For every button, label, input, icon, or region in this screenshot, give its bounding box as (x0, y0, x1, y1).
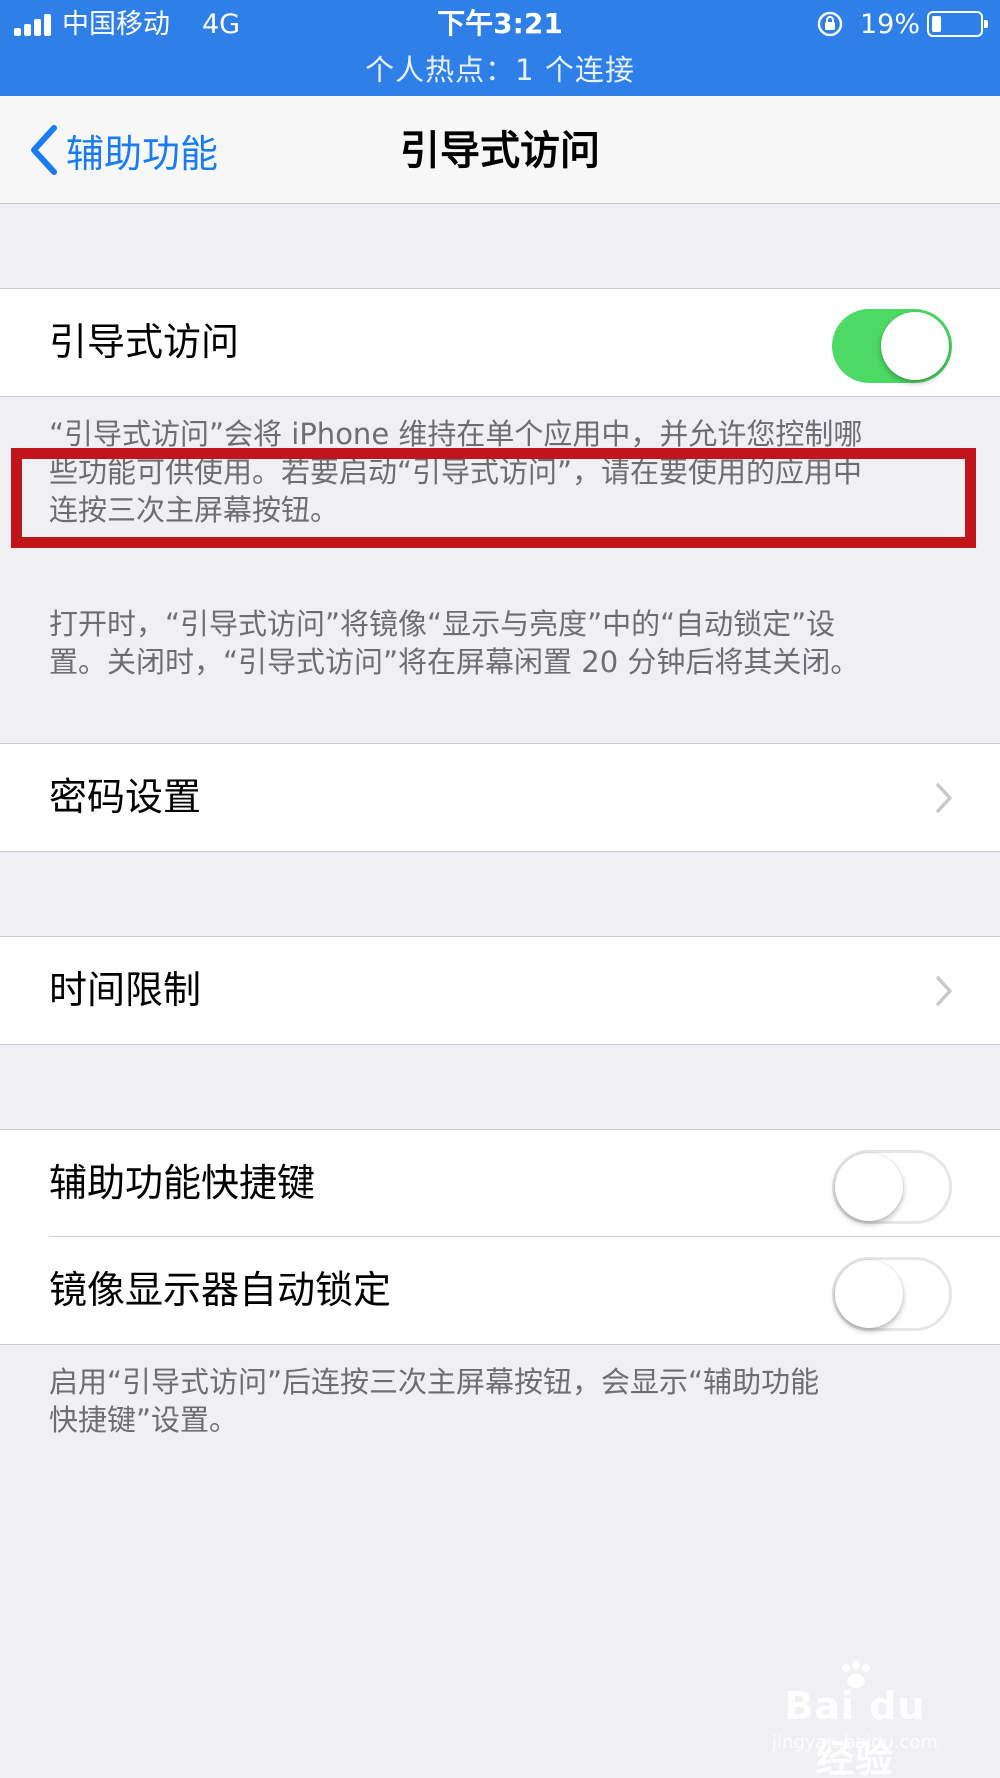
note-line: 打开时，“引导式访问”将镜像“显示与亮度”中的“自动锁定”设 (49, 607, 836, 641)
accessibility-shortcut-cell: 辅助功能快捷键 (0, 1130, 1000, 1237)
status-time: 下午3:21 (437, 7, 563, 40)
toggle-knob (835, 1153, 903, 1221)
hotspot-banner[interactable]: 个人热点：1 个连接 (0, 50, 1000, 90)
passcode-settings-label: 密码设置 (49, 775, 202, 819)
baidu-jingyan-watermark: Bai du 经验 jingyan.baidu.com (760, 1660, 950, 1778)
chevron-right-icon (936, 976, 952, 1006)
page-title: 引导式访问 (400, 128, 600, 174)
passcode-settings-cell[interactable]: 密码设置 (0, 744, 1000, 851)
auto-lock-note: 打开时，“引导式访问”将镜像“显示与亮度”中的“自动锁定”设 置。关闭时，“引导… (49, 605, 949, 681)
time-limits-label: 时间限制 (49, 968, 202, 1012)
mirror-auto-lock-label: 镜像显示器自动锁定 (49, 1268, 392, 1312)
toggle-knob (881, 312, 949, 380)
chevron-right-icon (936, 783, 952, 813)
passcode-group: 密码设置 (0, 743, 1000, 852)
note-line: 置。关闭时，“引导式访问”将在屏幕闲置 20 分钟后将其关闭。 (49, 645, 860, 679)
accessibility-shortcut-label: 辅助功能快捷键 (49, 1161, 316, 1205)
toggle-knob (835, 1260, 903, 1328)
battery-percentage: 19% (860, 9, 921, 40)
mirror-auto-lock-toggle[interactable] (832, 1257, 952, 1331)
guided-access-cell: 引导式访问 (0, 289, 1000, 396)
status-area: 中国移动 4G 下午3:21 19% 个人热点：1 个连接 (0, 0, 1000, 96)
time-limits-group: 时间限制 (0, 936, 1000, 1045)
highlight-annotation-box (11, 448, 976, 548)
guided-access-group: 引导式访问 (0, 288, 1000, 397)
shortcut-group: 辅助功能快捷键 镜像显示器自动锁定 (0, 1129, 1000, 1345)
navigation-bar: 辅助功能 引导式访问 (0, 96, 1000, 204)
time-limits-cell[interactable]: 时间限制 (0, 937, 1000, 1044)
footer-line: 启用“引导式访问”后连按三次主屏幕按钮，会显示“辅助功能 (49, 1365, 820, 1399)
watermark-url: jingyan.baidu.com (771, 1732, 939, 1753)
shortcut-footer: 启用“引导式访问”后连按三次主屏幕按钮，会显示“辅助功能 快捷键”设置。 (49, 1363, 949, 1439)
status-bar: 中国移动 4G 下午3:21 19% (0, 0, 1000, 50)
footer-line: 快捷键”设置。 (49, 1403, 239, 1437)
watermark-brand: Bai du 经验 (784, 1684, 926, 1778)
rotation-lock-icon (817, 11, 843, 37)
mirror-auto-lock-cell: 镜像显示器自动锁定 (0, 1237, 1000, 1344)
accessibility-shortcut-toggle[interactable] (832, 1150, 952, 1224)
battery-icon (927, 11, 988, 37)
guided-access-toggle[interactable] (832, 309, 952, 383)
guided-access-label: 引导式访问 (49, 320, 240, 364)
